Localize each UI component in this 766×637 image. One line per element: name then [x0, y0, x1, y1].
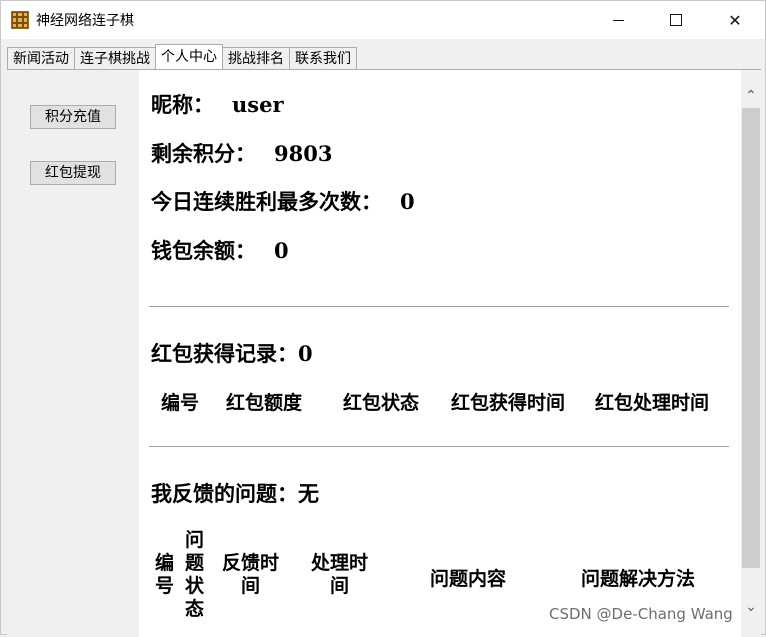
feedback-col-process-time: 处理时 间	[311, 552, 369, 597]
divider	[149, 306, 729, 307]
scroll-down-button[interactable]: ⌄	[741, 597, 761, 617]
scroll-up-button[interactable]: ⌃	[741, 86, 761, 106]
feedback-col-status: 问 题 状 态	[185, 529, 205, 620]
streak-value: 0	[400, 189, 415, 214]
recharge-points-button[interactable]: 积分充值	[30, 105, 116, 129]
close-button[interactable]: ✕	[706, 1, 764, 39]
vertical-scrollbar[interactable]: ⌃ ⌄	[741, 70, 761, 637]
tab-contact[interactable]: 联系我们	[289, 47, 357, 69]
tab-challenge[interactable]: 连子棋挑战	[74, 47, 156, 69]
nickname-value: user	[232, 92, 284, 117]
redpacket-col-amount: 红包额度	[226, 392, 303, 414]
profile-tab-panel: 积分充值 红包提现 昵称： user 剩余积分： 9803 今日连续胜利最多次数： 0…	[7, 69, 761, 637]
streak-row: 今日连续胜利最多次数： 0	[151, 186, 415, 216]
chevron-up-icon: ⌃	[745, 88, 757, 104]
wallet-label: 钱包余额：	[151, 238, 256, 263]
divider	[149, 446, 729, 447]
action-panel: 积分充值 红包提现	[7, 70, 139, 637]
points-value: 9803	[274, 141, 333, 166]
feedback-col-feedback-time: 反馈时 间	[222, 552, 280, 597]
maximize-button[interactable]	[647, 1, 705, 39]
tab-bar: 新闻活动 连子棋挑战 个人中心 挑战排名 联系我们	[7, 44, 357, 69]
redpacket-record-title: 红包获得记录：0	[151, 341, 313, 366]
gomoku-board-icon	[11, 11, 29, 29]
maximize-icon	[670, 14, 682, 26]
chevron-down-icon: ⌄	[745, 599, 757, 615]
tab-news[interactable]: 新闻活动	[7, 47, 75, 69]
feedback-col-id: 编 号	[155, 552, 175, 597]
window-title: 神经网络连子棋	[36, 13, 134, 29]
feedback-title: 我反馈的问题：无	[151, 481, 319, 506]
tab-ranking[interactable]: 挑战排名	[222, 47, 290, 69]
title-bar: 神经网络连子棋 ✕	[1, 1, 765, 39]
minimize-button[interactable]	[589, 1, 647, 39]
redpacket-col-status: 红包状态	[343, 392, 420, 414]
app-window: 神经网络连子棋 ✕ 新闻活动 连子棋挑战 个人中心 挑战排名 联系我们 积分充值…	[0, 0, 766, 637]
redpacket-col-obtained-time: 红包获得时间	[451, 392, 566, 414]
redpacket-col-id: 编号	[161, 392, 200, 414]
profile-content: 昵称： user 剩余积分： 9803 今日连续胜利最多次数： 0 钱包余额： 0 红包…	[139, 70, 735, 637]
scrollbar-thumb[interactable]	[742, 108, 760, 568]
feedback-col-content: 问题内容	[430, 568, 507, 590]
feedback-col-solution: 问题解决方法	[581, 568, 696, 590]
redpacket-col-processed-time: 红包处理时间	[595, 392, 710, 414]
streak-label: 今日连续胜利最多次数：	[151, 189, 382, 214]
csdn-watermark: CSDN @De-Chang Wang	[549, 605, 733, 623]
close-icon: ✕	[728, 10, 742, 30]
minimize-icon	[612, 19, 624, 21]
withdraw-redpacket-button[interactable]: 红包提现	[30, 161, 116, 185]
points-row: 剩余积分： 9803	[151, 138, 332, 168]
wallet-value: 0	[274, 238, 289, 263]
points-label: 剩余积分：	[151, 141, 256, 166]
nickname-row: 昵称： user	[151, 89, 284, 119]
nickname-label: 昵称：	[151, 92, 214, 117]
tab-profile[interactable]: 个人中心	[155, 44, 223, 69]
wallet-row: 钱包余额： 0	[151, 235, 289, 265]
